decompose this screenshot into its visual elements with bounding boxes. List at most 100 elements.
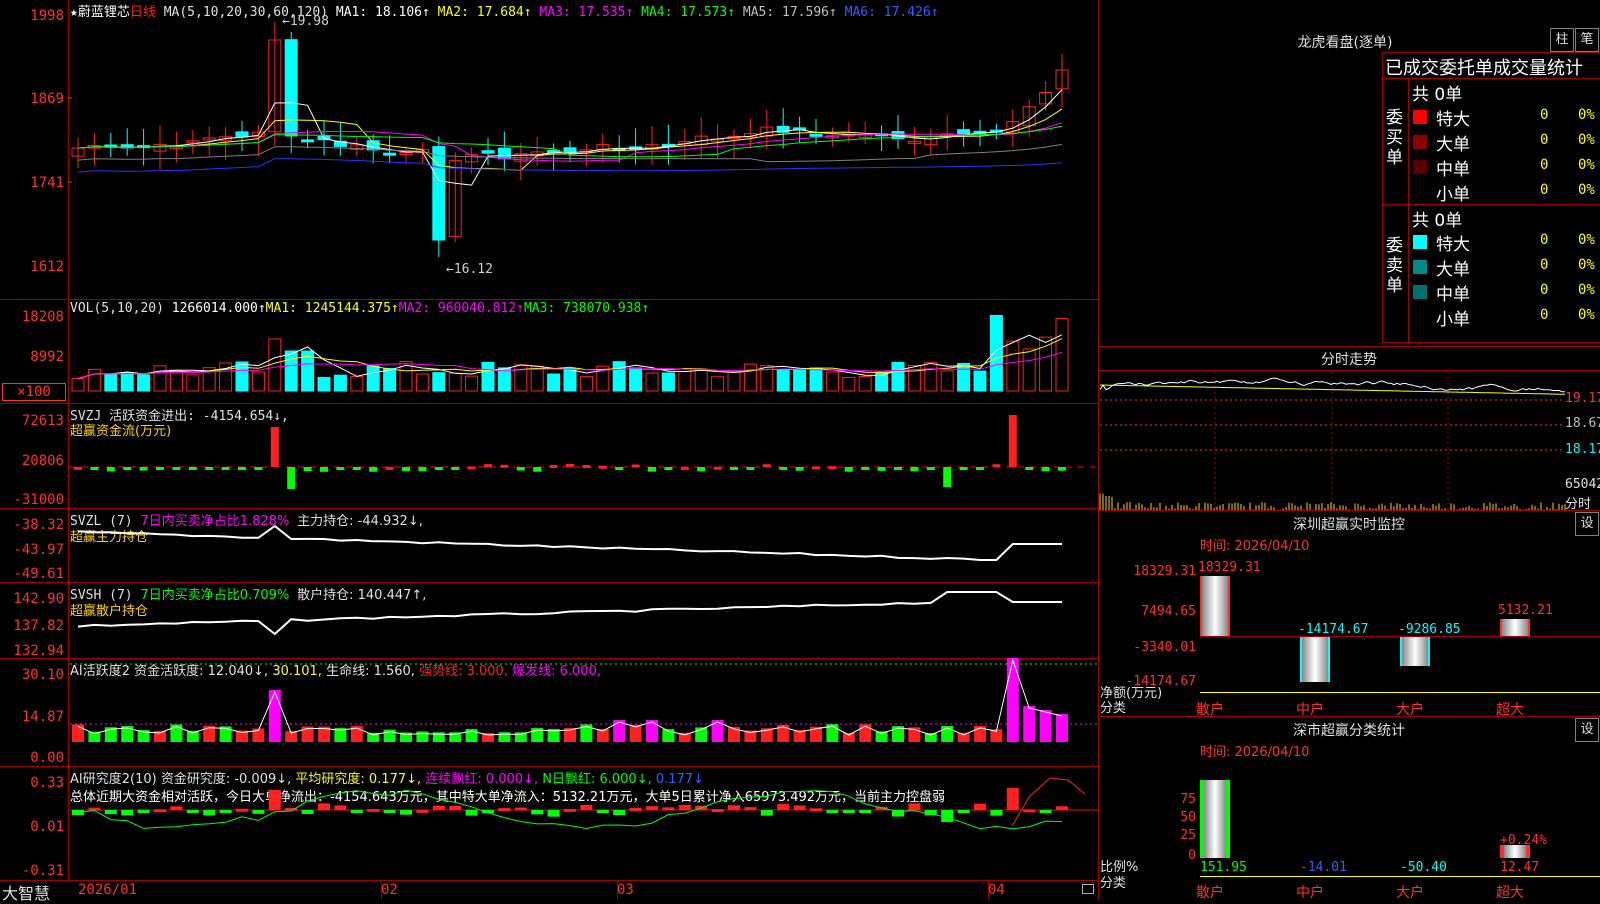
ai-active-bar bbox=[629, 724, 642, 742]
sell-row-count: 0 bbox=[1540, 307, 1549, 323]
svzj-bar bbox=[910, 467, 919, 472]
svzj-bar bbox=[877, 467, 886, 471]
lhb-divider-2 bbox=[1382, 78, 1600, 79]
volume-bar bbox=[317, 376, 331, 392]
sz-bar[interactable] bbox=[1300, 636, 1330, 683]
date-tick-line-4 bbox=[988, 880, 989, 900]
sz-axis-1: 18329.31 bbox=[1133, 564, 1196, 579]
sz-axis-label-2: 分类 bbox=[1100, 701, 1127, 716]
svsh-chart[interactable] bbox=[0, 582, 1098, 658]
research-bar bbox=[449, 805, 462, 810]
lock-icon[interactable] bbox=[1082, 884, 1094, 894]
svzj-bar bbox=[303, 467, 312, 472]
sz-monitor-top-border bbox=[1098, 510, 1600, 511]
candle-body bbox=[383, 152, 397, 156]
research-bar bbox=[383, 810, 396, 813]
buy-row-count: 0 bbox=[1540, 157, 1549, 173]
sz-bar[interactable] bbox=[1500, 619, 1530, 636]
sell-row-name: 特大 bbox=[1436, 235, 1470, 255]
intraday-avg-line bbox=[1099, 384, 1566, 395]
intraday-price-line bbox=[1099, 377, 1565, 393]
buy-row-name: 大单 bbox=[1436, 135, 1470, 155]
sell-row-name: 大单 bbox=[1436, 260, 1470, 280]
sz-bar[interactable] bbox=[1400, 636, 1430, 667]
buy-row-swatch bbox=[1413, 135, 1427, 149]
volume-bar bbox=[465, 375, 479, 392]
volume-bar bbox=[71, 377, 85, 392]
candle-body bbox=[809, 133, 823, 137]
buy-row-name: 小单 bbox=[1436, 185, 1470, 205]
svzj-bar bbox=[90, 467, 99, 470]
class-bar[interactable] bbox=[1200, 780, 1230, 858]
svzj-bar bbox=[418, 467, 427, 472]
class-stat-settings-button[interactable]: 设 bbox=[1575, 718, 1599, 742]
sz-monitor-settings-button[interactable]: 设 bbox=[1575, 512, 1599, 536]
research-bar bbox=[154, 809, 166, 813]
ai-active-bar bbox=[1023, 706, 1036, 742]
svzj-bar bbox=[188, 467, 197, 470]
class-axis-3: 25 bbox=[1180, 828, 1196, 843]
volume-bar bbox=[432, 372, 446, 392]
research-bar bbox=[400, 810, 412, 815]
tick-view-button[interactable]: 笔 bbox=[1575, 28, 1599, 52]
ai-active-bar bbox=[1039, 710, 1052, 742]
research-bar bbox=[859, 810, 872, 813]
class-stat-time: 时间: 2026/04/10 bbox=[1200, 745, 1310, 760]
volume-bar bbox=[530, 365, 544, 392]
buy-label: 委买单 bbox=[1386, 108, 1403, 168]
sz-monitor-time: 时间: 2026/04/10 bbox=[1200, 539, 1310, 554]
svzj-bar bbox=[894, 467, 902, 470]
ai-active-chart[interactable] bbox=[0, 658, 1098, 766]
sz-axis-baseline bbox=[1200, 692, 1600, 693]
svzl-chart[interactable] bbox=[0, 508, 1098, 583]
volume-chart[interactable] bbox=[0, 299, 1098, 404]
svzj-bar bbox=[976, 467, 984, 470]
svzj-bar bbox=[156, 467, 164, 470]
volume-bar bbox=[776, 369, 790, 392]
volume-bar bbox=[858, 375, 872, 392]
volume-bar bbox=[612, 361, 626, 392]
research-bar bbox=[1056, 806, 1068, 810]
sz-bar-value: 18329.31 bbox=[1198, 560, 1261, 575]
svzj-bar bbox=[516, 467, 525, 471]
candlestick-chart[interactable] bbox=[0, 0, 1098, 300]
class-stat-title: 深市超赢分类统计 bbox=[1293, 723, 1405, 739]
research-bar bbox=[810, 808, 822, 812]
class-bar-extra: +0.24% bbox=[1500, 833, 1547, 848]
high-marker: ←19.98 bbox=[282, 14, 329, 29]
sell-row-swatch bbox=[1413, 260, 1427, 274]
ai-active-bar bbox=[842, 733, 855, 742]
svzj-bar bbox=[959, 467, 968, 470]
class-bar-value: 12.47 bbox=[1500, 860, 1540, 875]
sell-row-swatch bbox=[1413, 235, 1427, 249]
class-bar-value: -50.40 bbox=[1400, 860, 1447, 875]
svzj-chart[interactable] bbox=[0, 403, 1098, 508]
svzj-bar bbox=[713, 466, 722, 470]
research-bar bbox=[613, 810, 626, 816]
sz-bar[interactable] bbox=[1200, 576, 1230, 636]
research-bar bbox=[121, 810, 134, 816]
volume-bar bbox=[448, 372, 462, 392]
buy-row-pct: 0% bbox=[1578, 182, 1595, 198]
low-marker: ←16.12 bbox=[446, 262, 493, 277]
svzj-bar bbox=[106, 467, 115, 472]
ai-research-chart[interactable] bbox=[0, 766, 1098, 880]
stat-tabs[interactable]: 已成交委托单成交量统计 bbox=[1385, 54, 1583, 80]
svzj-bar bbox=[451, 467, 460, 470]
volume-bar bbox=[629, 367, 643, 392]
date-tick-1: 2026/01 bbox=[78, 882, 138, 898]
volume-bar bbox=[547, 373, 561, 392]
volume-bar bbox=[383, 367, 397, 392]
svzj-bar bbox=[287, 467, 296, 489]
svzj-bar bbox=[270, 427, 279, 467]
class-axis-label-2: 分类 bbox=[1100, 876, 1127, 891]
research-bar bbox=[990, 810, 1003, 816]
research-bar bbox=[350, 810, 363, 813]
bar-view-button[interactable]: 柱 bbox=[1550, 28, 1574, 52]
research-bar bbox=[531, 810, 544, 815]
svzj-bar bbox=[484, 464, 492, 468]
volume-bar bbox=[1022, 348, 1036, 392]
svzj-bar bbox=[533, 467, 542, 472]
buy-row-pct: 0% bbox=[1578, 107, 1595, 123]
svzj-bar bbox=[926, 467, 935, 470]
